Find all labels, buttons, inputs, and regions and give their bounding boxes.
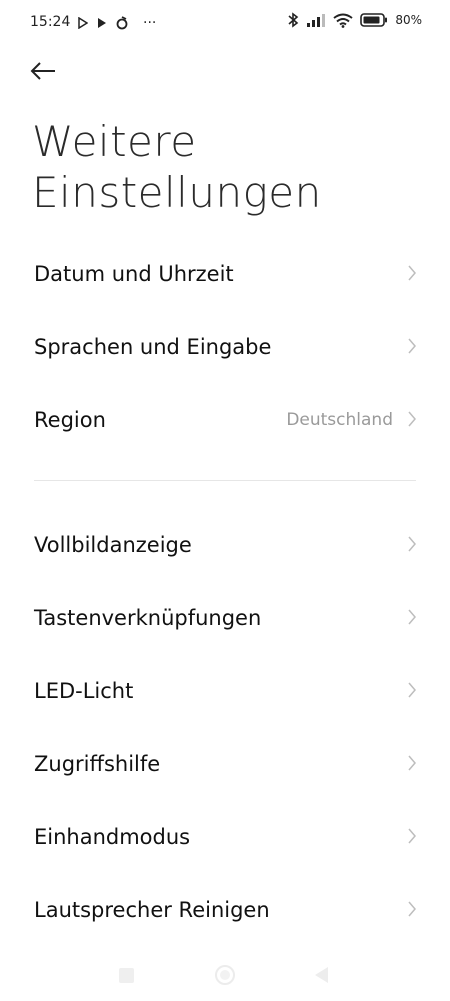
more-notifications: ···: [143, 15, 157, 31]
settings-item-label: Vollbildanzeige: [34, 532, 192, 557]
settings-item-label: Region: [34, 407, 106, 432]
battery-icon: [360, 13, 388, 27]
arrow-left-icon: [30, 62, 55, 80]
bluetooth-icon: [288, 12, 299, 28]
status-bar: 15:24 ··· 80%: [0, 0, 450, 46]
settings-item-label: Lautsprecher Reinigen: [34, 897, 270, 922]
settings-item-label: Einhandmodus: [34, 824, 191, 849]
system-icons: 80%: [287, 12, 422, 28]
chevron-right-icon: [408, 609, 416, 625]
play-store-icon: [78, 17, 88, 29]
settings-item-label: LED-Licht: [34, 678, 134, 703]
settings-item-vollbildanzeige[interactable]: Vollbildanzeige: [0, 508, 450, 581]
settings-item-tastenverknuepfungen[interactable]: Tastenverknüpfungen: [0, 581, 450, 654]
recents-icon[interactable]: [119, 968, 134, 983]
navigation-bar: [0, 955, 450, 1001]
settings-item-label: Tastenverknüpfungen: [34, 605, 262, 630]
app-icon: [116, 16, 128, 30]
notification-icons: ···: [78, 15, 156, 31]
settings-item-sprachen-und-eingabe[interactable]: Sprachen und Eingabe: [0, 310, 450, 383]
chevron-right-icon: [408, 755, 416, 771]
settings-item-lautsprecher-reinigen[interactable]: Lautsprecher Reinigen: [0, 873, 450, 946]
settings-item-value: Deutschland: [286, 409, 393, 430]
settings-item-datum-und-uhrzeit[interactable]: Datum und Uhrzeit: [0, 237, 450, 310]
chevron-right-icon: [408, 265, 416, 281]
settings-item-zugriffshilfe[interactable]: Zugriffshilfe: [0, 727, 450, 800]
settings-item-region[interactable]: Region Deutschland: [0, 383, 450, 456]
back-icon[interactable]: [315, 967, 328, 983]
settings-item-label: Datum und Uhrzeit: [34, 261, 234, 286]
home-icon[interactable]: [215, 965, 235, 985]
section-divider: [34, 480, 416, 481]
signal-icon: [307, 14, 326, 27]
settings-item-einhandmodus[interactable]: Einhandmodus: [0, 800, 450, 873]
status-time: 15:24: [30, 14, 71, 30]
chevron-right-icon: [408, 338, 416, 354]
play-icon: [98, 18, 106, 28]
settings-item-led-licht[interactable]: LED-Licht: [0, 654, 450, 727]
chevron-right-icon: [408, 411, 416, 427]
chevron-right-icon: [408, 901, 416, 917]
chevron-right-icon: [408, 682, 416, 698]
chevron-right-icon: [408, 828, 416, 844]
settings-item-label: Zugriffshilfe: [34, 751, 161, 776]
chevron-right-icon: [408, 536, 416, 552]
page-title: Weitere Einstellungen: [32, 117, 322, 217]
settings-item-label: Sprachen und Eingabe: [34, 334, 272, 359]
battery-percent: 80%: [395, 13, 422, 27]
wifi-icon: [333, 13, 353, 28]
back-button[interactable]: [30, 56, 66, 86]
